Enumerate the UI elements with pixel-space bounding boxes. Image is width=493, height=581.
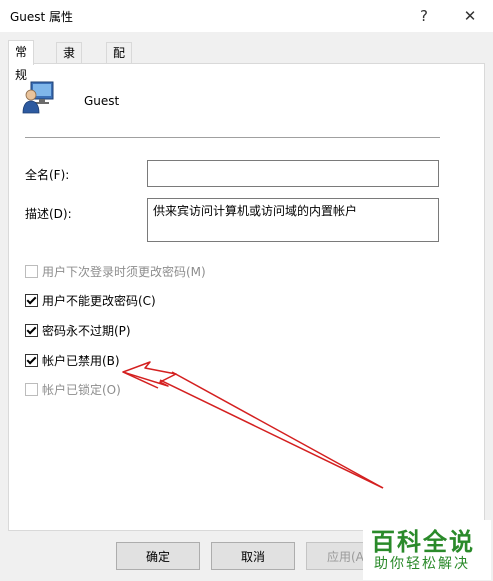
watermark-title: 百科全说	[371, 528, 475, 556]
cancel-button[interactable]: 取消	[211, 542, 295, 570]
tab-general[interactable]: 常规	[8, 40, 35, 82]
watermark-subtitle: 助你轻松解决	[374, 556, 470, 572]
red-arrow-annotation	[122, 361, 384, 489]
watermark-logo: 百科全说 助你轻松解决	[363, 520, 491, 580]
ok-button[interactable]: 确定	[116, 542, 200, 570]
